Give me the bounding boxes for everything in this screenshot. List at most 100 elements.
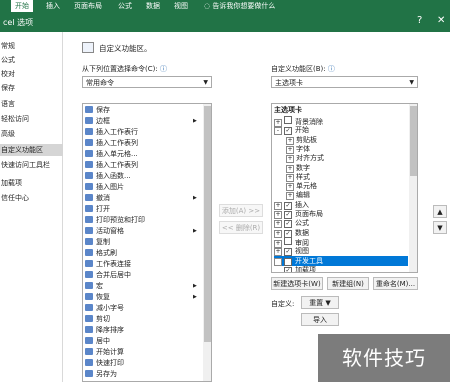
ribbon-tab-view[interactable]: 视图 [170, 0, 192, 12]
command-item[interactable]: 工作表连接 [85, 259, 131, 269]
dialog-titlebar: cel 选项 ? ✕ [0, 12, 450, 32]
command-label: 降序排序 [96, 326, 124, 334]
insert-col-icon [85, 161, 93, 168]
commands-scroll-thumb[interactable] [204, 106, 211, 342]
ribbon-tree[interactable]: 主选项卡 + 背景消除 - ✓ 开始 + 剪贴板 + 字体 + 对齐方式 + 数字 + 样式 + 单元格 + 编辑 +… [271, 103, 418, 273]
pane-icon [85, 227, 93, 234]
commands-list[interactable]: 保存 边框 ▶ 插入工作表行 插入工作表列 插入单元格... 插入工作表列 插入函数... 插入… [82, 103, 212, 382]
tree-label: 开始 [295, 126, 309, 135]
tell-me-box[interactable]: ◌ 告诉我你想要做什么 [200, 0, 279, 12]
command-item[interactable]: 边框 ▶ [85, 116, 197, 126]
chevron-down-icon: ▼ [409, 79, 414, 86]
nav-item-customize-ribbon[interactable]: 自定义功能区 [0, 144, 63, 156]
collapse-icon[interactable]: - [274, 127, 282, 136]
tree-item[interactable]: ✓ 加载项 [274, 265, 408, 272]
print-icon [85, 216, 93, 223]
command-label: 减小字号 [96, 304, 124, 312]
submenu-arrow-icon: ▶ [193, 283, 197, 289]
command-item[interactable]: 剪切 [85, 314, 110, 324]
nav-item-trust-center[interactable]: 信任中心 [0, 192, 63, 204]
ribbon-tab-data[interactable]: 数据 [142, 0, 164, 12]
new-group-button[interactable]: 新建组(N) [327, 277, 369, 290]
command-item[interactable]: 打印预览和打印 [85, 215, 145, 225]
tree-label: 字体 [296, 144, 310, 153]
command-item[interactable]: 降序排序 [85, 325, 124, 335]
tree-scrollbar[interactable] [409, 104, 417, 272]
command-item[interactable]: 合并后居中 [85, 270, 131, 280]
command-item[interactable]: 插入图片 [85, 182, 124, 192]
tree-checkbox[interactable] [284, 116, 292, 124]
nav-item-addins[interactable]: 加载项 [0, 177, 63, 189]
tree-label: 数据 [295, 228, 309, 237]
tree-label: 样式 [296, 172, 310, 181]
tree-label: 视图 [295, 247, 309, 256]
command-item[interactable]: 居中 [85, 336, 110, 346]
tree-checkbox[interactable] [284, 236, 292, 245]
command-item[interactable]: 插入工作表列 [85, 138, 138, 148]
command-item[interactable]: 减小字号 [85, 303, 124, 313]
command-item[interactable]: 格式刷 [85, 248, 117, 258]
arrow-up-icon: ▲ [437, 208, 443, 216]
nav-item-formulas[interactable]: 公式 [0, 54, 63, 66]
command-label: 打印预览和打印 [96, 216, 145, 224]
command-item[interactable]: 快速打印 [85, 358, 124, 368]
command-label: 工作表连接 [96, 260, 131, 268]
tree-header: 主选项卡 [274, 106, 302, 114]
ribbon-tab-insert[interactable]: 插入 [42, 0, 64, 12]
dialog-title: cel 选项 [3, 18, 34, 27]
nav-item-advanced[interactable]: 高级 [0, 128, 63, 140]
nav-item-save[interactable]: 保存 [0, 82, 63, 94]
command-item[interactable]: 撤消 ▶ [85, 193, 197, 203]
ribbon-tab-page-layout[interactable]: 页面布局 [70, 0, 106, 12]
new-tab-button[interactable]: 新建选项卡(W) [271, 277, 323, 290]
add-button[interactable]: 添加(A) >> [219, 204, 263, 217]
close-button[interactable]: ✕ [437, 15, 445, 26]
command-label: 活动窗格 [96, 227, 124, 235]
command-item[interactable]: 恢复 ▶ [85, 292, 197, 302]
command-item[interactable]: 复制 [85, 237, 110, 247]
command-item[interactable]: 另存为 [85, 369, 117, 379]
customize-ribbon-value: 主选项卡 [275, 79, 303, 87]
arrow-down-icon: ▼ [437, 224, 443, 232]
merge-icon [85, 271, 93, 278]
tree-checkbox[interactable]: ✓ [284, 266, 292, 272]
command-item[interactable]: 宏 ▶ [85, 281, 197, 291]
ribbon-tab-formulas[interactable]: 公式 [114, 0, 136, 12]
nav-item-general[interactable]: 常规 [0, 40, 63, 52]
help-button[interactable]: ? [417, 15, 422, 26]
reset-button[interactable]: 重置 ▼ [301, 296, 339, 309]
command-item[interactable]: 插入函数... [85, 171, 131, 181]
command-item[interactable]: 保存 [85, 105, 110, 115]
info-icon: ⓘ [159, 65, 167, 73]
command-item[interactable]: 打开 [85, 204, 110, 214]
chevron-down-icon: ▼ [325, 299, 331, 307]
customize-ribbon-select[interactable]: 主选项卡 ▼ [271, 76, 418, 88]
cut-icon [85, 315, 93, 322]
nav-item-quick-access[interactable]: 快速访问工具栏 [0, 159, 63, 171]
connection-icon [85, 260, 93, 267]
submenu-arrow-icon: ▶ [193, 228, 197, 234]
import-export-button[interactable]: 导入 [301, 313, 339, 326]
move-up-button[interactable]: ▲ [433, 205, 447, 218]
command-item[interactable]: 插入单元格... [85, 149, 138, 159]
function-icon [85, 172, 93, 179]
tree-scroll-thumb[interactable] [410, 106, 417, 176]
move-down-button[interactable]: ▼ [433, 221, 447, 234]
rename-button[interactable]: 重命名(M)... [373, 277, 418, 290]
nav-item-proofing[interactable]: 校对 [0, 68, 63, 80]
customize-ribbon-label: 自定义功能区(B): ⓘ [271, 65, 335, 73]
ribbon-tab-home[interactable]: 开始 [11, 0, 33, 12]
command-item[interactable]: 开始计算 [85, 347, 124, 357]
command-label: 剪切 [96, 315, 110, 323]
command-item[interactable]: 插入工作表列 [85, 160, 138, 170]
command-label: 边框 [96, 117, 110, 125]
remove-button[interactable]: << 删除(R) [219, 221, 263, 234]
command-item[interactable]: 活动窗格 ▶ [85, 226, 197, 236]
nav-item-accessibility[interactable]: 轻松访问 [0, 113, 63, 125]
command-label: 格式刷 [96, 249, 117, 257]
command-item[interactable]: 插入工作表行 [85, 127, 138, 137]
choose-commands-select[interactable]: 常用命令 ▼ [82, 76, 212, 88]
command-label: 插入函数... [96, 172, 131, 180]
nav-item-language[interactable]: 语言 [0, 98, 63, 110]
commands-scrollbar[interactable] [203, 104, 211, 381]
